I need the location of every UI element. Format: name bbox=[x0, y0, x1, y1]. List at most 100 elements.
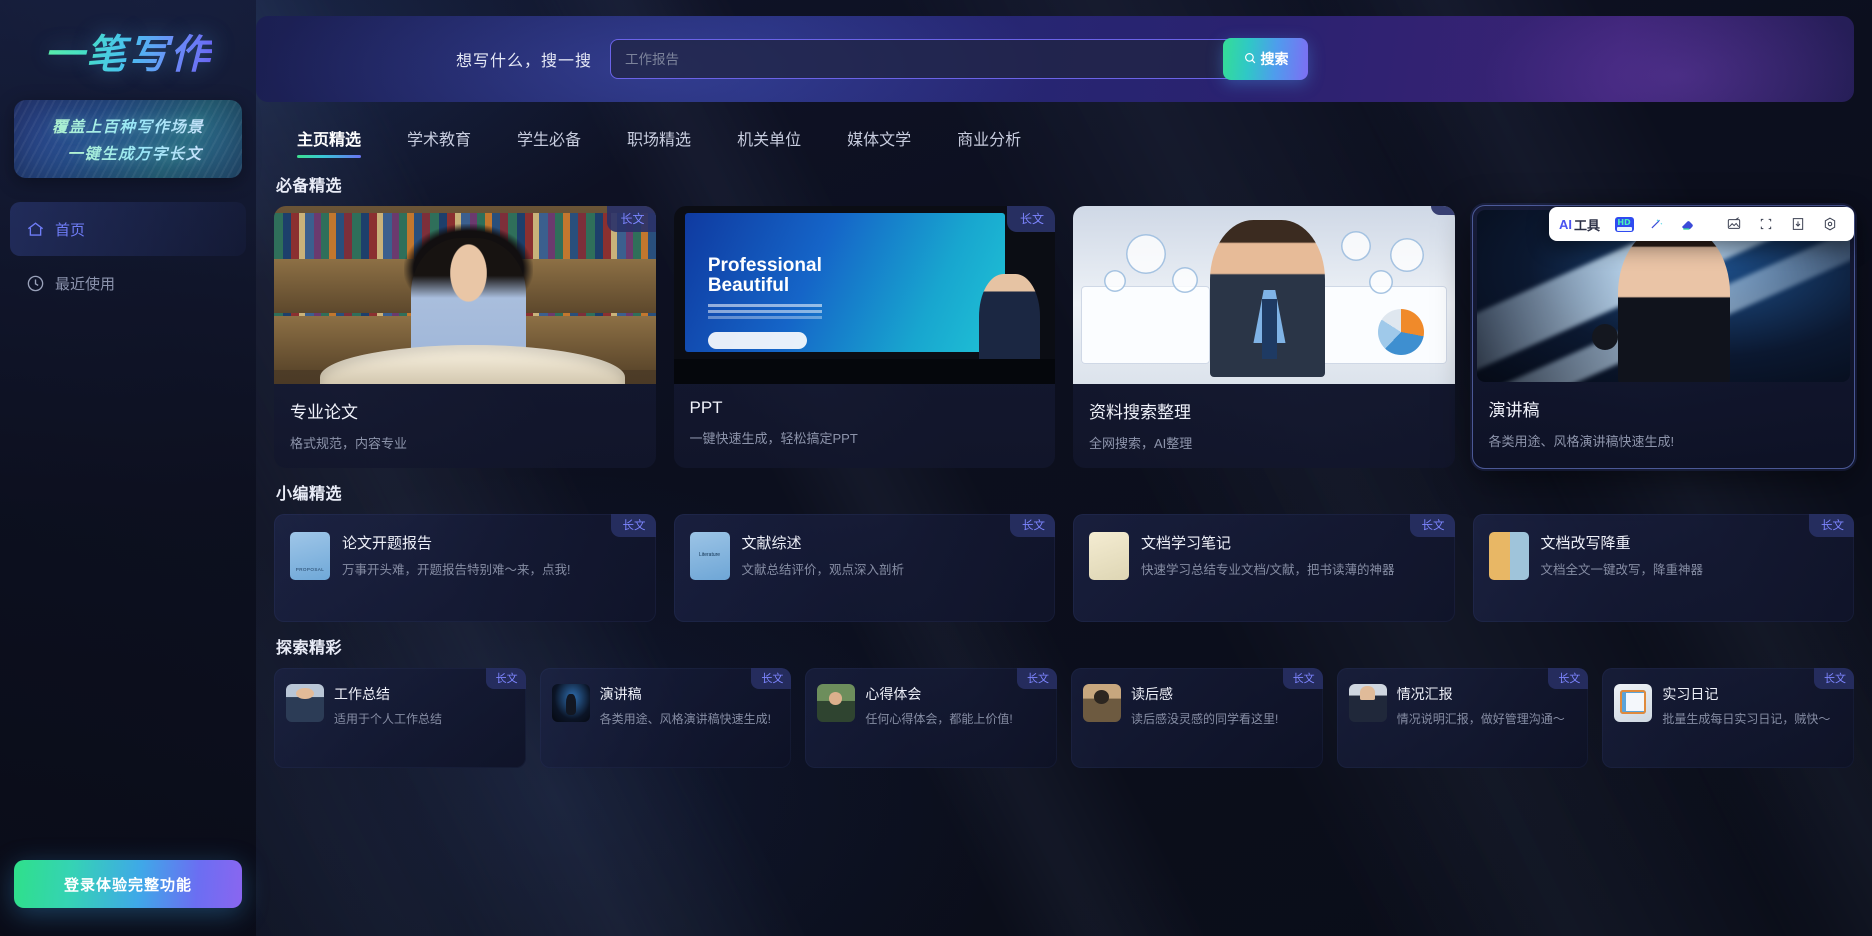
magic-wand-icon[interactable] bbox=[1642, 211, 1670, 237]
speech-draft-thumbnail bbox=[551, 684, 590, 722]
download-icon[interactable] bbox=[1784, 211, 1812, 237]
search-label: 想写什么，搜一搜 bbox=[456, 53, 593, 70]
search-button-label: 搜索 bbox=[1260, 51, 1289, 67]
search-shell: 搜索 bbox=[610, 38, 1309, 80]
main-content: 想写什么，搜一搜 搜索 主页精选 学术教育 学生必备 职场精选 机关单位 bbox=[256, 0, 1872, 936]
section-title-editor-picks: 小编精选 bbox=[276, 486, 343, 503]
tab-government-unit[interactable]: 机关单位 bbox=[714, 126, 824, 160]
document-notes-desc: 快速学习总结专业文档/文献，把书读薄的神器 bbox=[1141, 563, 1395, 577]
card-thesis-proposal[interactable]: 论文开题报告 万事开头难，开题报告特别难～来，点我! 长文 bbox=[274, 514, 656, 622]
thesis-title: 专业论文 bbox=[290, 403, 358, 422]
badge-long-form: 长文 bbox=[1282, 668, 1323, 689]
promo-banner[interactable]: 覆盖上百种写作场景 一键生成万字长文 bbox=[14, 100, 242, 178]
ppt-title: PPT bbox=[689, 398, 723, 417]
section-editor-picks: 小编精选 论文开题报告 万事开头难，开题报告特别难～来，点我! 长文 文献综述 … bbox=[256, 480, 1872, 622]
experience-desc: 任何心得体会，都能上价值! bbox=[865, 712, 1013, 726]
ai-tools-label-suffix: 工具 bbox=[1573, 217, 1600, 233]
featured-card-thesis[interactable]: 长文 专业论文 格式规范，内容专业 bbox=[274, 206, 656, 468]
crop-icon[interactable] bbox=[1752, 211, 1780, 237]
research-title: 资料搜索整理 bbox=[1089, 403, 1191, 422]
app-logo[interactable]: 一笔写作 bbox=[0, 0, 256, 96]
clock-icon bbox=[26, 274, 45, 293]
section-title-explore: 探索精彩 bbox=[276, 640, 343, 657]
badge-long-form: 长文 bbox=[1006, 206, 1055, 232]
presentation-image: Professional Beautiful bbox=[673, 206, 1055, 384]
eraser-icon[interactable] bbox=[1674, 211, 1702, 237]
badge-long-form: 长文 bbox=[1409, 514, 1455, 537]
featured-card-research[interactable]: 资料搜索整理 全网搜索，AI整理 bbox=[1073, 206, 1455, 468]
experience-title: 心得体会 bbox=[865, 686, 922, 702]
badge-long-form: 长文 bbox=[751, 668, 792, 689]
login-button[interactable]: 登录体验完整功能 bbox=[14, 860, 242, 908]
card-speech-draft[interactable]: 演讲稿 各类用途、风格演讲稿快速生成! 长文 bbox=[539, 668, 792, 768]
tab-media-literature[interactable]: 媒体文学 bbox=[824, 126, 934, 160]
hd-icon[interactable]: HD bbox=[1610, 211, 1638, 237]
login-container: 登录体验完整功能 bbox=[14, 860, 242, 908]
card-literature-review[interactable]: 文献综述 文献总结评价，观点深入剖析 长文 bbox=[673, 514, 1055, 622]
card-situation-report[interactable]: 情况汇报 情况说明汇报，做好管理沟通～ 长文 bbox=[1336, 668, 1589, 768]
thesis-thumbnail: 长文 bbox=[274, 206, 656, 384]
situation-report-desc: 情况说明汇报，做好管理沟通～ bbox=[1396, 712, 1565, 726]
research-desc: 全网搜索，AI整理 bbox=[1089, 436, 1193, 451]
work-summary-thumbnail bbox=[286, 684, 324, 722]
data-analyst-image bbox=[1073, 206, 1455, 384]
document-rewrite-title: 文档改写降重 bbox=[1540, 535, 1631, 552]
thesis-proposal-desc: 万事开头难，开题报告特别难～来，点我! bbox=[342, 563, 571, 577]
notes-thumbnail bbox=[1089, 532, 1129, 580]
tab-academic-education[interactable]: 学术教育 bbox=[384, 126, 494, 160]
situation-report-thumbnail bbox=[1348, 684, 1387, 722]
ppt-slide-title-line2: Beautiful bbox=[707, 274, 790, 296]
tab-student-essentials[interactable]: 学生必备 bbox=[494, 126, 604, 160]
card-document-notes[interactable]: 文档学习笔记 快速学习总结专业文档/文献，把书读薄的神器 长文 bbox=[1073, 514, 1455, 622]
home-icon bbox=[26, 220, 45, 239]
card-book-report[interactable]: 读后感 读后感没灵感的同学看这里! 长文 bbox=[1071, 668, 1323, 768]
internship-diary-title: 实习日记 bbox=[1662, 686, 1719, 702]
badge-long-form: 长文 bbox=[1010, 514, 1055, 537]
work-summary-desc: 适用于个人工作总结 bbox=[334, 712, 443, 726]
literature-thumbnail bbox=[689, 532, 730, 580]
logo-text: 一笔写作 bbox=[44, 22, 212, 80]
card-document-rewrite[interactable]: 文档改写降重 文档全文一键改写，降重神器 长文 bbox=[1472, 514, 1854, 622]
thesis-proposal-title: 论文开题报告 bbox=[342, 535, 433, 552]
speech-title: 演讲稿 bbox=[1488, 401, 1540, 420]
badge-long-form: 长文 bbox=[610, 514, 656, 537]
hero-search-banner: 想写什么，搜一搜 搜索 bbox=[256, 16, 1854, 102]
card-experience-reflection[interactable]: 心得体会 任何心得体会，都能上价值! 长文 bbox=[805, 668, 1058, 768]
situation-report-title: 情况汇报 bbox=[1396, 686, 1453, 702]
document-notes-title: 文档学习笔记 bbox=[1141, 535, 1232, 552]
literature-review-title: 文献综述 bbox=[741, 535, 802, 552]
thesis-desc: 格式规范，内容专业 bbox=[290, 436, 408, 451]
search-button[interactable]: 搜索 bbox=[1223, 38, 1309, 80]
sidebar-item-recent-label: 最近使用 bbox=[55, 275, 116, 293]
image-edit-icon[interactable] bbox=[1720, 211, 1748, 237]
experience-thumbnail bbox=[817, 684, 856, 722]
sidebar-item-recent[interactable]: 最近使用 bbox=[10, 256, 246, 310]
ppt-thumbnail: Professional Beautiful 长文 bbox=[673, 206, 1055, 384]
featured-card-row: 长文 专业论文 格式规范，内容专业 Professional Beautiful bbox=[274, 205, 1855, 469]
featured-card-ppt[interactable]: Professional Beautiful 长文 PPT 一键快速生成，轻松搞… bbox=[673, 206, 1055, 468]
settings-icon[interactable] bbox=[1816, 211, 1844, 237]
sidebar: 一笔写作 覆盖上百种写作场景 一键生成万字长文 首页 最近使用 登录体验完整功能 bbox=[0, 0, 256, 936]
card-internship-diary[interactable]: 实习日记 批量生成每日实习日记，贼快～ 长文 bbox=[1602, 668, 1855, 768]
ppt-desc: 一键快速生成，轻松搞定PPT bbox=[689, 431, 858, 446]
proposal-thumbnail bbox=[290, 532, 330, 580]
book-report-thumbnail bbox=[1083, 684, 1122, 722]
tab-business-analysis[interactable]: 商业分析 bbox=[934, 126, 1044, 160]
tab-workplace-featured[interactable]: 职场精选 bbox=[604, 126, 714, 160]
badge-long-form: 长文 bbox=[485, 668, 526, 689]
speech-draft-desc: 各类用途、风格演讲稿快速生成! bbox=[599, 712, 772, 726]
badge-long-form: 长文 bbox=[1548, 668, 1589, 689]
book-report-title: 读后感 bbox=[1131, 686, 1174, 702]
badge-long-form: 长文 bbox=[1814, 668, 1855, 689]
tab-homepage-featured[interactable]: 主页精选 bbox=[274, 126, 384, 160]
featured-card-speech[interactable]: 长文 演讲稿 各类用途、风格演讲稿快速生成! bbox=[1471, 205, 1855, 469]
search-input[interactable] bbox=[610, 39, 1291, 79]
internship-diary-desc: 批量生成每日实习日记，贼快～ bbox=[1662, 712, 1831, 726]
book-report-desc: 读后感没灵感的同学看这里! bbox=[1131, 712, 1279, 726]
section-explore: 探索精彩 工作总结 适用于个人工作总结 长文 演讲稿 各类用途、风格演讲稿快速生… bbox=[256, 634, 1872, 768]
editor-picks-row: 论文开题报告 万事开头难，开题报告特别难～来，点我! 长文 文献综述 文献总结评… bbox=[274, 514, 1854, 622]
badge-long-form: 长文 bbox=[1017, 668, 1058, 689]
card-work-summary[interactable]: 工作总结 适用于个人工作总结 长文 bbox=[274, 668, 526, 768]
ai-tools-label[interactable]: AI 工具 bbox=[1559, 215, 1606, 234]
sidebar-item-home[interactable]: 首页 bbox=[10, 202, 246, 256]
